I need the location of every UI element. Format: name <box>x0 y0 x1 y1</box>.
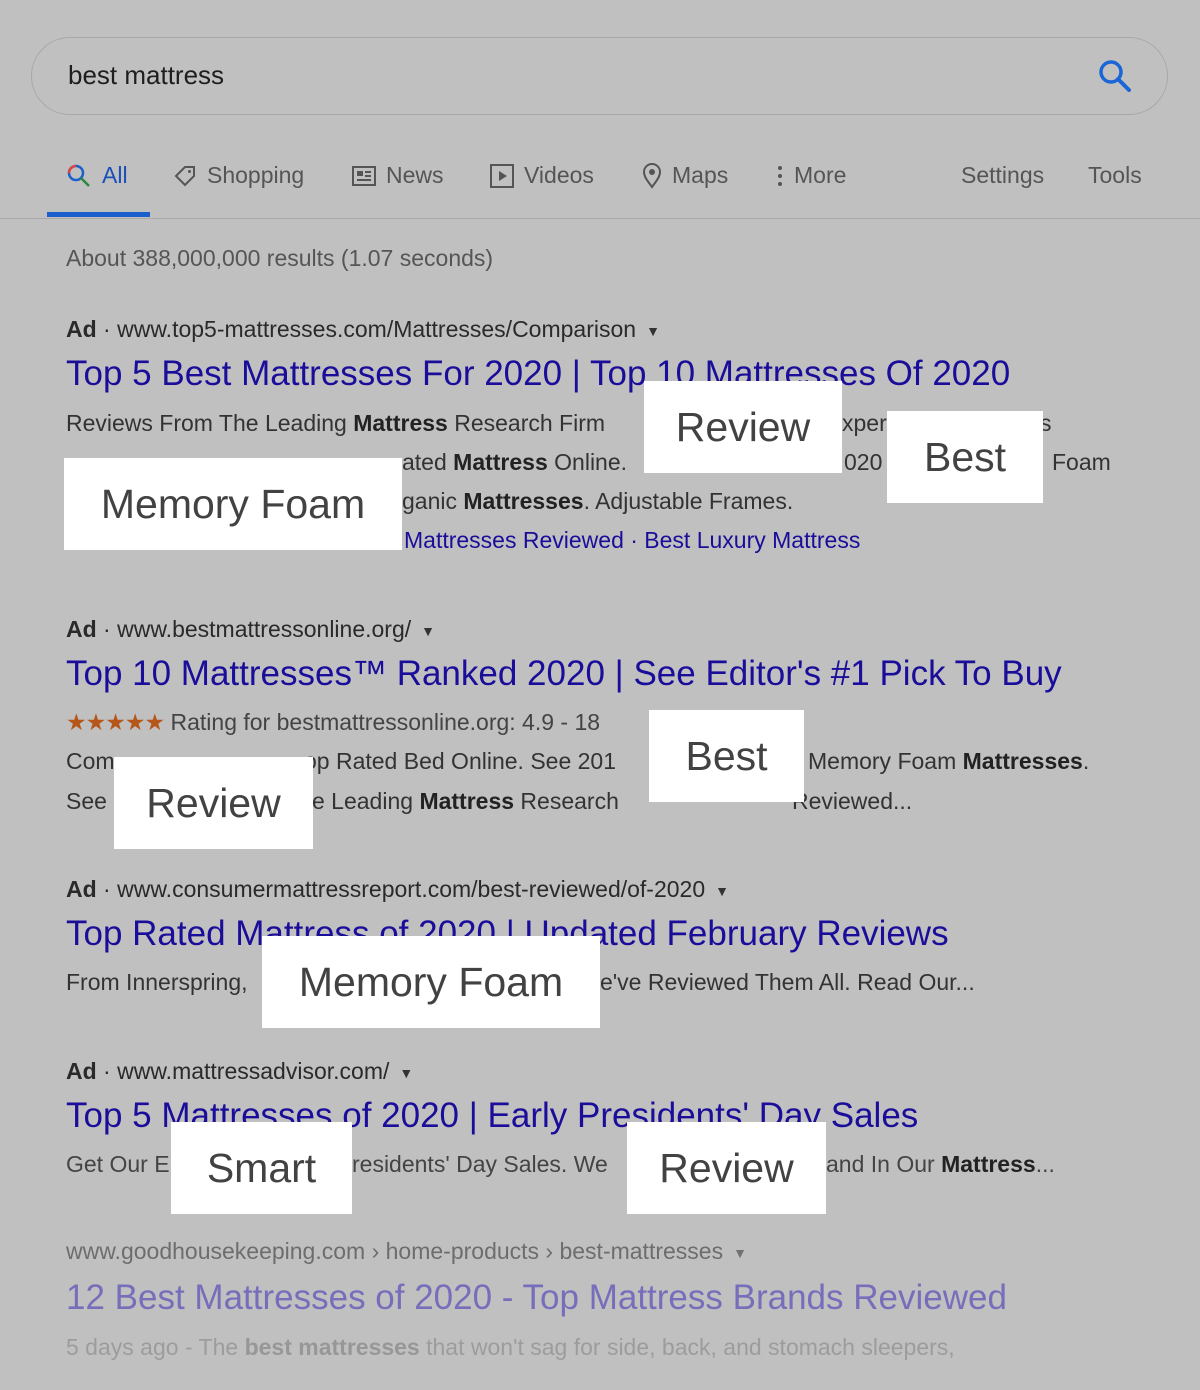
more-vertical-icon <box>778 165 782 186</box>
ad-badge: Ad <box>66 616 97 642</box>
snippet-fragment: 020 <box>844 449 883 475</box>
overlay-label: Smart <box>171 1122 352 1214</box>
caret-down-icon[interactable]: ▼ <box>646 323 660 339</box>
snippet-fragment: e Leading Mattress Research <box>312 788 619 814</box>
map-pin-icon <box>642 162 662 189</box>
snippet-fragment: See <box>66 788 107 814</box>
tab-label: All <box>102 162 128 188</box>
tab-shopping[interactable]: Shopping <box>173 162 304 189</box>
ad-url[interactable]: www.top5-mattresses.com/Mattresses/Compa… <box>117 316 636 342</box>
overlay-label: Memory Foam <box>262 936 600 1028</box>
tab-label: News <box>386 162 444 188</box>
divider <box>0 218 1200 219</box>
snippet-fragment: Get Our E <box>66 1151 170 1177</box>
snippet-fragment: ganic Mattresses. Adjustable Frames. <box>402 488 794 514</box>
result-snippet: 5 days ago - The best mattresses that wo… <box>66 1334 955 1360</box>
snippet-fragment: residents' Day Sales. We <box>352 1151 608 1177</box>
result-title[interactable]: Top 10 Mattresses™ Ranked 2020 | See Edi… <box>66 654 1062 694</box>
newspaper-icon <box>352 165 376 186</box>
ad-badge: Ad <box>66 316 97 342</box>
snippet-fragment: xpert <box>842 410 894 436</box>
sitelinks[interactable]: Mattresses Reviewed · Best Luxury Mattre… <box>404 527 860 554</box>
tools-button[interactable]: Tools <box>1088 162 1142 189</box>
snippet-fragment: Memory Foam Mattresses. <box>808 748 1090 774</box>
tab-label: Videos <box>524 162 594 188</box>
tab-all[interactable]: All <box>66 162 128 189</box>
caret-down-icon[interactable]: ▼ <box>715 883 729 899</box>
overlay-label: Review <box>114 757 313 849</box>
ad-url-line: Ad · www.mattressadvisor.com/▼ <box>66 1058 414 1084</box>
caret-down-icon[interactable]: ▼ <box>421 623 435 639</box>
snippet-fragment: e've Reviewed Them All. Read Our... <box>600 969 975 995</box>
snippet-fragment: ated Mattress Online. <box>402 449 628 475</box>
snippet-fragment: and In Our Mattress... <box>826 1151 1055 1177</box>
tab-news[interactable]: News <box>352 162 444 189</box>
tab-label: More <box>794 162 847 188</box>
result-stats: About 388,000,000 results (1.07 seconds) <box>66 245 494 271</box>
snippet-fragment: Reviews From The Leading Mattress Resear… <box>66 410 606 436</box>
ad-badge: Ad <box>66 876 97 902</box>
result-url[interactable]: www.goodhousekeeping.com › home-products… <box>66 1238 747 1265</box>
tab-label: Shopping <box>207 162 305 188</box>
ad-url[interactable]: www.bestmattressonline.org/ <box>117 616 411 642</box>
ad-url-line: Ad · www.consumermattressreport.com/best… <box>66 876 729 902</box>
snippet-fragment: Foam <box>1052 449 1111 475</box>
ad-url[interactable]: www.consumermattressreport.com/best-revi… <box>117 876 705 902</box>
tab-more[interactable]: More <box>776 162 846 189</box>
ad-url-line: Ad · www.top5-mattresses.com/Mattresses/… <box>66 316 660 342</box>
tab-maps[interactable]: Maps <box>642 162 728 189</box>
caret-down-icon[interactable]: ▼ <box>399 1065 413 1081</box>
snippet-fragment: Reviewed... <box>792 788 913 814</box>
overlay-label: Review <box>627 1122 826 1214</box>
star-rating-icon: ★★★★★ <box>66 709 165 735</box>
rating-line: ★★★★★ Rating for bestmattressonline.org:… <box>66 709 601 735</box>
search-icon[interactable] <box>1097 58 1133 99</box>
search-input[interactable]: best mattress <box>68 60 224 91</box>
result-title[interactable]: 12 Best Mattresses of 2020 - Top Mattres… <box>66 1278 1007 1318</box>
search-icon <box>67 164 90 187</box>
snippet-fragment: op Rated Bed Online. See 201 <box>304 748 617 774</box>
ad-url[interactable]: www.mattressadvisor.com/ <box>117 1058 389 1084</box>
overlay-label: Best <box>649 710 804 802</box>
overlay-label: Memory Foam <box>64 458 402 550</box>
overlay-label: Best <box>887 411 1043 503</box>
ad-badge: Ad <box>66 1058 97 1084</box>
tag-icon <box>174 165 195 186</box>
ad-url-line: Ad · www.bestmattressonline.org/▼ <box>66 616 435 642</box>
search-box[interactable]: best mattress <box>31 37 1168 115</box>
overlay-label: Review <box>644 381 842 473</box>
settings-button[interactable]: Settings <box>961 162 1044 189</box>
snippet-fragment: From Innerspring, <box>66 969 248 995</box>
tab-videos[interactable]: Videos <box>490 162 594 189</box>
tools-label: Tools <box>1088 162 1142 188</box>
settings-label: Settings <box>961 162 1045 188</box>
caret-down-icon[interactable]: ▼ <box>733 1245 747 1261</box>
active-tab-indicator <box>47 212 150 217</box>
snippet-fragment: Com <box>66 748 115 774</box>
result-title[interactable]: Top 5 Best Mattresses For 2020 | Top 10 … <box>66 354 1010 394</box>
tab-label: Maps <box>672 162 729 188</box>
play-icon <box>490 163 514 188</box>
